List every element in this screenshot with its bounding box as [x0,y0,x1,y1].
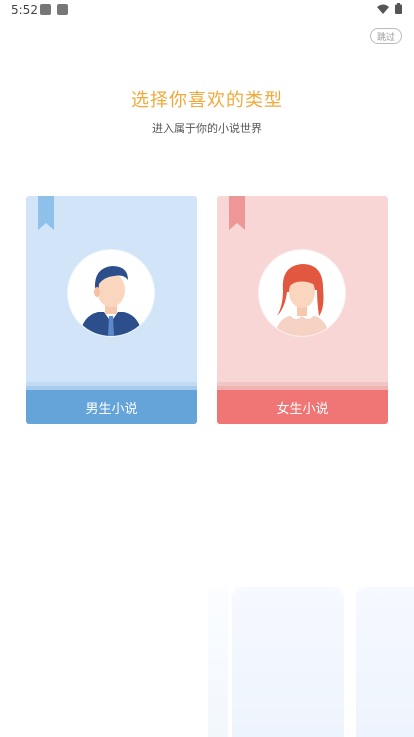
page-subtitle: 进入属于你的小说世界 [152,122,262,135]
notification-square-icon [40,4,51,15]
status-right-icons [377,3,402,14]
male-novel-card[interactable]: 男生小说 [26,196,197,424]
female-novel-button[interactable]: 女生小说 [217,390,388,424]
notification-square-icon [57,4,68,15]
background-decoration [208,587,228,737]
status-time: 5:52 [11,3,38,17]
female-avatar-icon [259,250,345,336]
status-bar: 5:52 [0,0,414,20]
bookmark-icon [229,196,245,230]
background-decoration [232,587,344,737]
skip-button[interactable]: 跳过 [370,28,402,44]
male-avatar-icon [68,250,154,336]
bookmark-icon [38,196,54,230]
battery-icon [395,3,402,14]
male-novel-button[interactable]: 男生小说 [26,390,197,424]
female-novel-card[interactable]: 女生小说 [217,196,388,424]
wifi-icon [377,4,389,14]
background-decoration [356,587,414,737]
page-title: 选择你喜欢的类型 [131,90,283,111]
